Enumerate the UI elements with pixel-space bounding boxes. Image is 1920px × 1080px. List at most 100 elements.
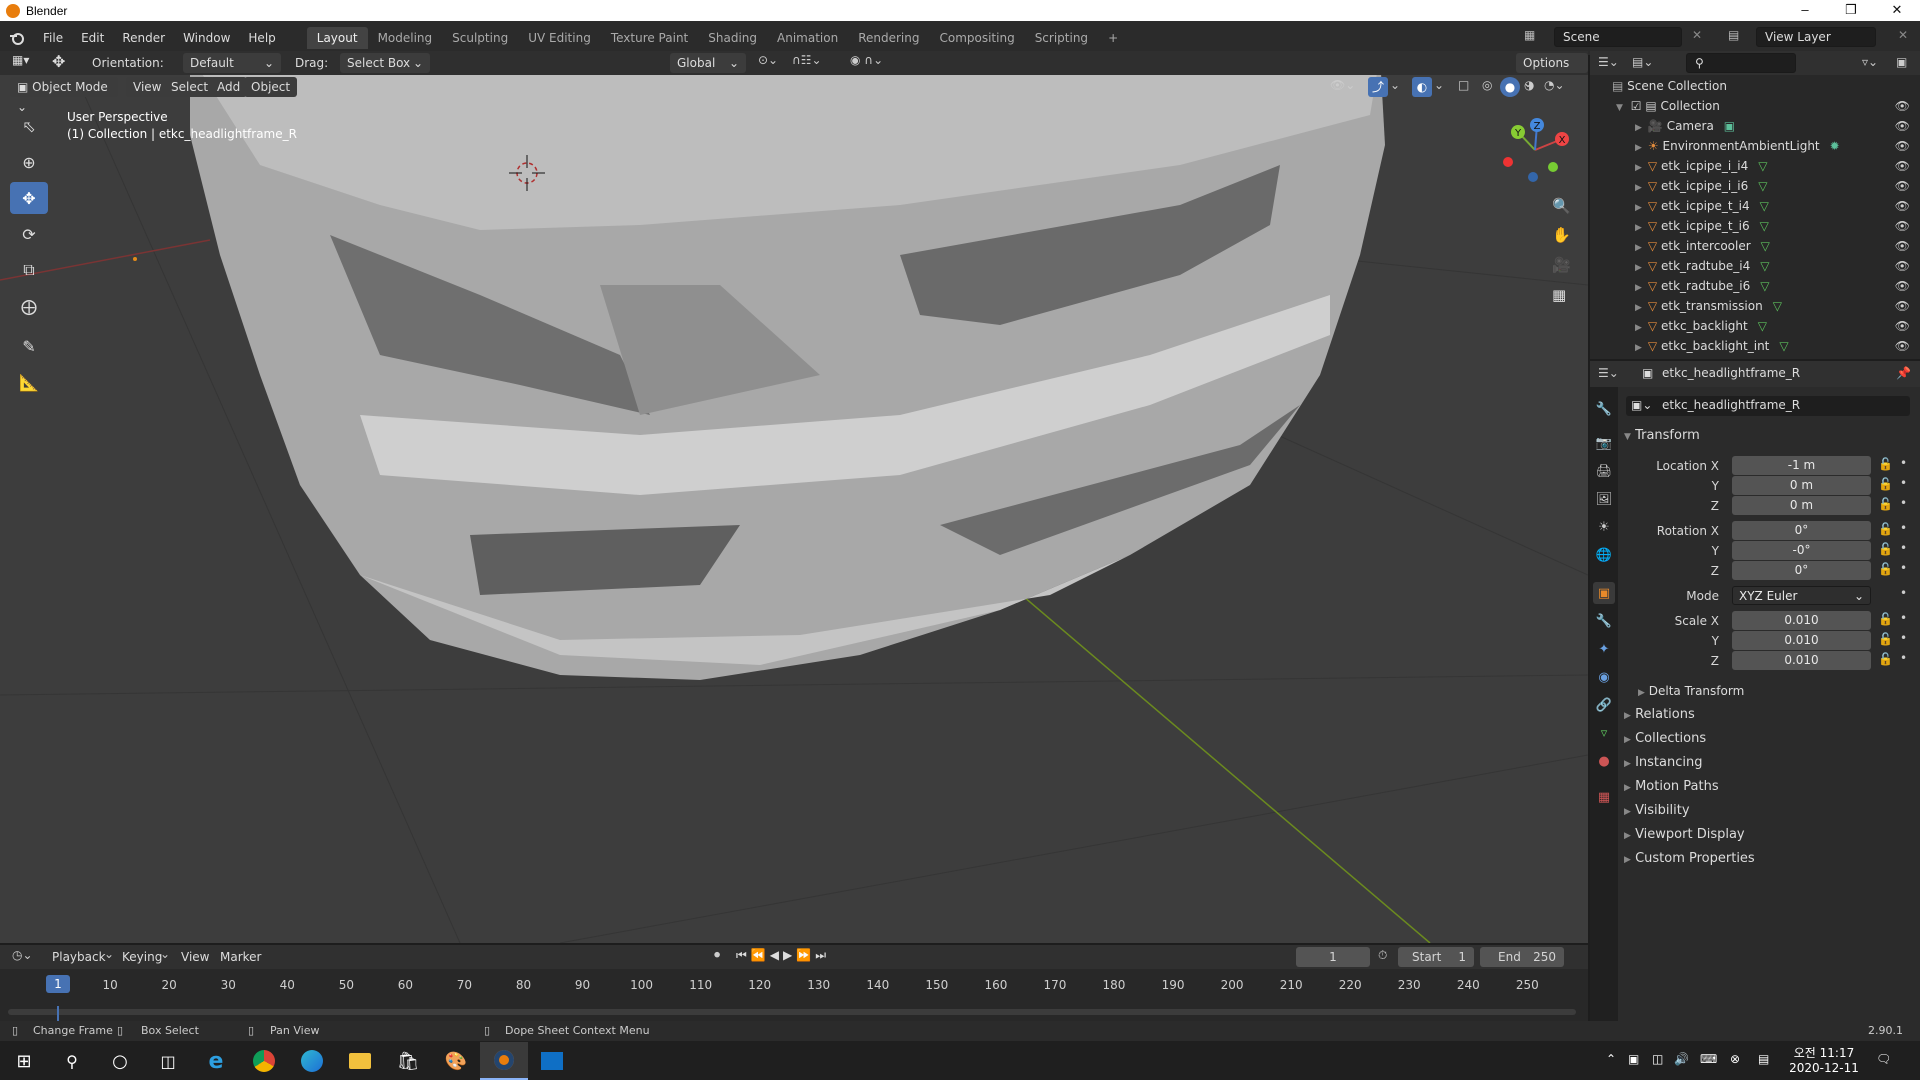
tab-shading[interactable]: Shading xyxy=(698,27,767,49)
eye-icon[interactable]: 👁 xyxy=(1895,136,1910,156)
panel-relations[interactable]: ▶ Relations xyxy=(1624,705,1695,726)
3d-viewport[interactable] xyxy=(0,55,1588,943)
keyboard-icon[interactable]: ⌨ xyxy=(1700,1052,1717,1066)
search-button[interactable]: ⚲ xyxy=(48,1042,96,1080)
keyframe-dot-icon[interactable]: • xyxy=(1900,651,1907,665)
mesh-data-icon[interactable]: ▽ xyxy=(1779,339,1788,353)
material-shading-icon[interactable]: ◑ xyxy=(1524,78,1534,92)
add-menu[interactable]: Add xyxy=(210,77,248,97)
expand-triangle-icon[interactable]: ▶ xyxy=(1635,243,1642,253)
eye-icon[interactable]: 👁 xyxy=(1895,296,1910,316)
delta-transform-subpanel[interactable]: ▶ Delta Transform xyxy=(1638,681,1744,703)
panel-viewport-display[interactable]: ▶ Viewport Display xyxy=(1624,825,1745,846)
location-x-field[interactable]: -1 m xyxy=(1732,456,1871,475)
panel-visibility[interactable]: ▶ Visibility xyxy=(1624,801,1690,822)
keyframe-dot-icon[interactable]: • xyxy=(1900,496,1907,510)
chrome-button[interactable] xyxy=(240,1042,288,1080)
play-reverse-icon[interactable]: ◀ xyxy=(770,948,783,962)
mode-dropdown[interactable]: ▣ Object Mode ⌄ xyxy=(10,77,118,114)
overlays-toggle-icon[interactable]: ◐ xyxy=(1412,77,1432,97)
tab-rendering[interactable]: Rendering xyxy=(848,27,929,49)
scene-selector[interactable]: Scene xyxy=(1554,27,1682,47)
panel-motion-paths[interactable]: ▶ Motion Paths xyxy=(1624,777,1719,798)
windows-start-button[interactable]: ⊞ xyxy=(0,1042,48,1080)
network-icon[interactable]: ▣ xyxy=(1628,1052,1639,1066)
prev-keyframe-icon[interactable]: ⏪ xyxy=(751,948,770,962)
timeline-editor-icon[interactable]: ◷⌄ xyxy=(12,948,33,962)
maximize-button[interactable]: ❒ xyxy=(1828,0,1874,21)
tab-modeling[interactable]: Modeling xyxy=(368,27,443,49)
drag-dropdown[interactable]: Select Box ⌄ xyxy=(340,53,430,73)
scene-tab-icon[interactable]: ☀ xyxy=(1593,516,1615,538)
light-data-icon[interactable]: ✹ xyxy=(1830,139,1840,153)
new-collection-icon[interactable]: ▣ xyxy=(1896,55,1907,69)
mesh-data-icon[interactable]: ▽ xyxy=(1760,219,1769,233)
mesh-data-icon[interactable]: ▽ xyxy=(1760,279,1769,293)
checkbox-icon[interactable]: ☑ xyxy=(1631,99,1642,113)
eye-icon[interactable]: 👁 xyxy=(1895,276,1910,296)
notification-icon[interactable]: 🗨 xyxy=(1876,1052,1891,1066)
playhead[interactable]: 1 xyxy=(46,975,70,993)
rendered-shading-icon[interactable]: ◔⌄ xyxy=(1544,78,1565,92)
expand-triangle-icon[interactable]: ▶ xyxy=(1635,143,1642,153)
eye-icon[interactable]: 👁 xyxy=(1895,116,1910,136)
display-mode-icon[interactable]: ▤⌄ xyxy=(1632,55,1653,69)
lock-icon[interactable]: 🔓 xyxy=(1878,542,1893,556)
properties-editor-icon[interactable]: ☰⌄ xyxy=(1598,366,1619,380)
outliner-item[interactable]: ▶ ☀ EnvironmentAmbientLight ✹ 👁 xyxy=(1590,136,1920,156)
orientation-dropdown[interactable]: Default ⌄ xyxy=(183,53,281,73)
outliner-item[interactable]: ▶ ▽ etkc_backlight ▽ 👁 xyxy=(1590,316,1920,336)
minimize-button[interactable]: – xyxy=(1782,0,1828,21)
mute-status-icon[interactable]: ⊗ xyxy=(1730,1052,1740,1066)
outliner-item[interactable]: ▶ ▽ etk_radtube_i4 ▽ 👁 xyxy=(1590,256,1920,276)
keyframe-dot-icon[interactable]: • xyxy=(1900,476,1907,490)
proportional-edit-icon[interactable]: ◉ ∩⌄ xyxy=(850,53,883,67)
stopwatch-icon[interactable]: ⏱ xyxy=(1378,948,1387,963)
transform-tool[interactable]: ⨁ xyxy=(10,290,48,322)
tool-tab-icon[interactable]: 🔧 xyxy=(1593,398,1615,420)
outliner-scene-collection[interactable]: ▤ Scene Collection xyxy=(1590,76,1920,96)
outliner-search-input[interactable]: ⚲ xyxy=(1686,53,1796,73)
eye-icon[interactable]: 👁 xyxy=(1895,316,1910,336)
navigation-gizmo[interactable]: X Y Z xyxy=(1495,115,1575,190)
keyframe-dot-icon[interactable]: • xyxy=(1900,611,1907,625)
next-keyframe-icon[interactable]: ⏩ xyxy=(796,948,815,962)
jump-start-icon[interactable]: ⏮ xyxy=(736,948,751,962)
particles-tab-icon[interactable]: ✦ xyxy=(1593,638,1615,660)
outliner-item[interactable]: ▶ 🎥 Camera ▣ 👁 xyxy=(1590,116,1920,136)
keyframe-dot-icon[interactable]: • xyxy=(1900,631,1907,645)
cortana-button[interactable]: ○ xyxy=(96,1042,144,1080)
tab-texture-paint[interactable]: Texture Paint xyxy=(601,27,698,49)
data-tab-icon[interactable]: ▿ xyxy=(1593,722,1615,744)
location-y-field[interactable]: 0 m xyxy=(1732,476,1871,495)
expand-triangle-icon[interactable]: ▶ xyxy=(1635,283,1642,293)
lock-icon[interactable]: 🔓 xyxy=(1878,457,1893,471)
mesh-data-icon[interactable]: ▽ xyxy=(1760,199,1769,213)
transform-panel-header[interactable]: ▼ Transform xyxy=(1624,426,1700,447)
pin-icon[interactable]: 📌 xyxy=(1896,366,1911,380)
ime-icon[interactable]: ▤ xyxy=(1758,1052,1769,1066)
cursor-tool[interactable]: ⊕ xyxy=(10,146,48,178)
view-menu[interactable]: View xyxy=(126,77,169,97)
taskbar-date[interactable]: 2020-12-11 xyxy=(1784,1061,1864,1075)
expand-triangle-icon[interactable]: ▼ xyxy=(1616,103,1623,113)
keyframe-dot-icon[interactable]: • xyxy=(1900,561,1907,575)
eye-icon[interactable]: 👁 xyxy=(1895,236,1910,256)
expand-triangle-icon[interactable]: ▶ xyxy=(1635,263,1642,273)
lock-icon[interactable]: 🔓 xyxy=(1878,522,1893,536)
view-layer-tab-icon[interactable]: 🖼 xyxy=(1593,488,1615,510)
pivot-icon[interactable]: ⊙⌄ xyxy=(758,53,778,67)
selectability-visibility-icon[interactable]: 👁⌄ xyxy=(1330,78,1355,92)
tab-uv-editing[interactable]: UV Editing xyxy=(518,27,601,49)
menu-edit[interactable]: Edit xyxy=(72,31,113,45)
taskbar-time[interactable]: 오전 11:17 xyxy=(1784,1044,1864,1061)
object-tab-icon[interactable]: ▣ xyxy=(1593,582,1615,604)
world-tab-icon[interactable]: 🌐 xyxy=(1593,544,1615,566)
mesh-data-icon[interactable]: ▽ xyxy=(1758,179,1767,193)
material-tab-icon[interactable]: ● xyxy=(1593,750,1615,772)
perspective-toggle-icon[interactable]: ▦ xyxy=(1552,286,1566,304)
eye-icon[interactable]: 👁 xyxy=(1895,216,1910,236)
measure-tool[interactable]: 📐 xyxy=(10,366,48,398)
expand-triangle-icon[interactable]: ▶ xyxy=(1635,183,1642,193)
keying-menu[interactable]: Keying xyxy=(122,947,162,967)
